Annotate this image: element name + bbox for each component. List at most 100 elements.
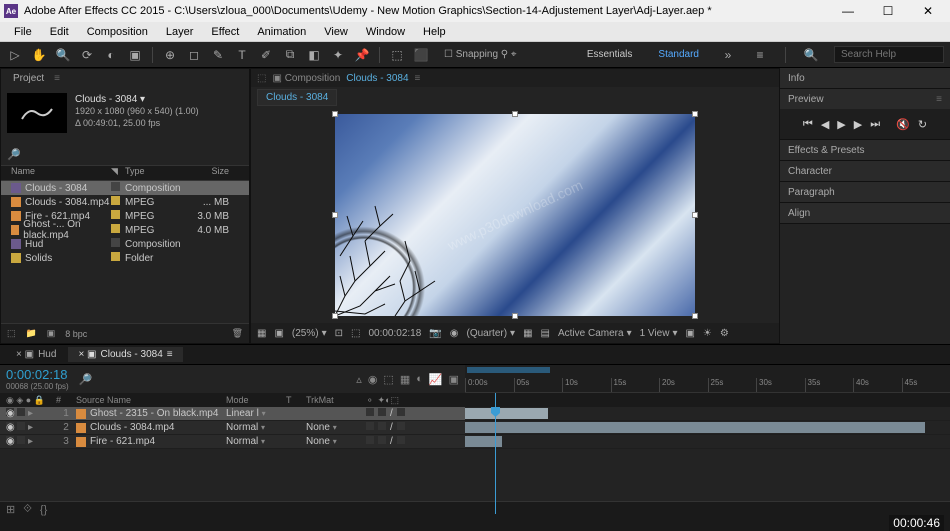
play-icon[interactable]: ▶ bbox=[837, 118, 845, 131]
label-tag[interactable] bbox=[111, 196, 120, 205]
new-folder-icon[interactable]: 📁 bbox=[26, 328, 37, 339]
viewer-comp-name[interactable]: Clouds - 3084 bbox=[346, 73, 408, 84]
always-preview-icon[interactable]: ▦ bbox=[257, 328, 266, 339]
quality-dropdown[interactable]: (Quarter) ▾ bbox=[466, 328, 515, 339]
rotate-tool-icon[interactable]: ◐ bbox=[102, 46, 120, 64]
align-panel-header[interactable]: Align bbox=[780, 203, 950, 223]
prev-frame-icon[interactable]: ◀ bbox=[821, 118, 829, 131]
col-trkmat[interactable]: TrkMat bbox=[306, 395, 356, 405]
col-source-name[interactable]: Source Name bbox=[76, 395, 226, 405]
camera-dropdown[interactable]: Active Camera ▾ bbox=[558, 328, 632, 339]
toggle-modes-icon[interactable]: ⟐ bbox=[23, 503, 32, 516]
blend-mode-dropdown[interactable]: Normal ▾ bbox=[226, 436, 265, 447]
preview-panel-header[interactable]: Preview≡ bbox=[780, 89, 950, 109]
current-timecode[interactable]: 0:00:02:18 bbox=[6, 367, 69, 382]
col-name[interactable]: Name bbox=[1, 166, 111, 180]
adjust-icon[interactable]: ⚙ bbox=[720, 328, 729, 339]
workspace-menu-icon[interactable]: ≡ bbox=[751, 46, 769, 64]
brush-tool-icon[interactable]: ✐ bbox=[257, 46, 275, 64]
view-dropdown[interactable]: 1 View ▾ bbox=[640, 328, 678, 339]
roi-icon[interactable]: ⬚ bbox=[351, 328, 360, 339]
menu-effect[interactable]: Effect bbox=[203, 24, 247, 40]
motion-blur-icon[interactable]: ◐ bbox=[416, 373, 423, 386]
layer-clip[interactable] bbox=[465, 422, 925, 433]
graph-editor-icon[interactable]: 📈 bbox=[429, 373, 443, 386]
zoom-dropdown[interactable]: (25%) ▾ bbox=[292, 328, 327, 339]
character-panel-header[interactable]: Character bbox=[780, 161, 950, 181]
paragraph-panel-header[interactable]: Paragraph bbox=[780, 182, 950, 202]
workspace-standard[interactable]: Standard bbox=[652, 47, 705, 62]
workspace-chevron-icon[interactable]: » bbox=[719, 46, 737, 64]
layer-clip[interactable] bbox=[465, 436, 502, 447]
parent-icon[interactable]: ⚬ bbox=[366, 395, 374, 406]
timeline-tab-hud[interactable]: × ▣ Hud bbox=[6, 347, 66, 362]
menu-animation[interactable]: Animation bbox=[249, 24, 314, 40]
roto-tool-icon[interactable]: ✦ bbox=[329, 46, 347, 64]
zoom-tool-icon[interactable]: 🔍 bbox=[54, 46, 72, 64]
viewer-canvas[interactable]: www.p30download.com bbox=[251, 107, 779, 323]
resolution-icon[interactable]: ⊡ bbox=[335, 328, 343, 339]
audio-toggle-icon[interactable] bbox=[17, 408, 25, 416]
label-tag[interactable] bbox=[111, 224, 120, 233]
transform-handle[interactable] bbox=[512, 313, 518, 319]
timeline-search-icon[interactable]: 🔎 bbox=[79, 373, 93, 386]
mute-icon[interactable]: 🔇 bbox=[896, 118, 910, 131]
frame-blend-icon[interactable]: ▦ bbox=[400, 373, 410, 386]
transform-handle[interactable] bbox=[332, 212, 338, 218]
menu-edit[interactable]: Edit bbox=[42, 24, 77, 40]
menu-view[interactable]: View bbox=[316, 24, 356, 40]
anchor-tool-icon[interactable]: ⊕ bbox=[161, 46, 179, 64]
current-time-indicator[interactable] bbox=[495, 393, 496, 514]
col-mode[interactable]: Mode bbox=[226, 395, 286, 405]
first-frame-icon[interactable]: ⏮ bbox=[803, 118, 813, 131]
layer-row[interactable]: ◉▸ 1 Ghost - 2315 - On black.mp4 Linear … bbox=[0, 407, 465, 421]
fast-preview-icon[interactable]: ▦ bbox=[523, 328, 532, 339]
minimize-button[interactable]: — bbox=[834, 2, 862, 20]
trkmat-dropdown[interactable]: None ▾ bbox=[306, 436, 337, 447]
layer-track[interactable] bbox=[465, 435, 950, 449]
video-toggle-icon[interactable]: ◉ bbox=[6, 422, 14, 430]
draft3d-icon[interactable]: ◉ bbox=[368, 373, 378, 386]
comp-mini-icon[interactable]: ▵ bbox=[356, 373, 362, 386]
menu-composition[interactable]: Composition bbox=[79, 24, 156, 40]
text-tool-icon[interactable]: T bbox=[233, 46, 251, 64]
close-button[interactable]: ✕ bbox=[914, 2, 942, 20]
exposure-icon[interactable]: ☀ bbox=[703, 328, 712, 339]
transform-handle[interactable] bbox=[692, 313, 698, 319]
transform-handle[interactable] bbox=[512, 111, 518, 117]
transform-handle[interactable] bbox=[692, 212, 698, 218]
menu-layer[interactable]: Layer bbox=[158, 24, 202, 40]
blend-mode-dropdown[interactable]: Linear l ▾ bbox=[226, 408, 266, 419]
label-tag[interactable] bbox=[111, 238, 120, 247]
clone-tool-icon[interactable]: ⧉ bbox=[281, 46, 299, 64]
audio-toggle-icon[interactable] bbox=[17, 422, 25, 430]
workspace-essentials[interactable]: Essentials bbox=[581, 47, 639, 62]
toggle-in-out-icon[interactable]: {} bbox=[40, 504, 47, 516]
bpc-label[interactable]: 8 bpc bbox=[65, 329, 87, 339]
info-panel-header[interactable]: Info bbox=[780, 68, 950, 88]
timeline-icon[interactable]: ▤ bbox=[541, 328, 550, 339]
transform-handle[interactable] bbox=[332, 111, 338, 117]
time-ruler[interactable]: 0:00s05s10s15s20s25s30s35s40s45s bbox=[465, 365, 950, 393]
layer-row[interactable]: ◉▸ 2 Clouds - 3084.mp4 Normal ▾ None ▾ / bbox=[0, 421, 465, 435]
menu-window[interactable]: Window bbox=[358, 24, 413, 40]
hide-shy-icon[interactable]: ⬚ bbox=[383, 373, 393, 386]
project-tab[interactable]: Project bbox=[7, 71, 50, 86]
next-frame-icon[interactable]: ▶ bbox=[854, 118, 862, 131]
effects-panel-header[interactable]: Effects & Presets bbox=[780, 140, 950, 160]
viewer-lock-icon[interactable]: ⬚ bbox=[257, 73, 266, 84]
project-item-row[interactable]: Hud Composition bbox=[1, 237, 249, 251]
maximize-button[interactable]: ☐ bbox=[874, 2, 902, 20]
orbit-tool-icon[interactable]: ⟳ bbox=[78, 46, 96, 64]
audio-toggle-icon[interactable] bbox=[17, 436, 25, 444]
col-size[interactable]: Size bbox=[185, 166, 235, 180]
viewer-flow-tab[interactable]: Clouds - 3084 bbox=[257, 89, 337, 106]
toggle-switches-icon[interactable]: ⊞ bbox=[6, 503, 15, 516]
loop-icon[interactable]: ↻ bbox=[918, 118, 927, 131]
new-comp-icon[interactable]: ▣ bbox=[47, 328, 56, 339]
layer-clip[interactable] bbox=[465, 408, 548, 419]
project-item-row[interactable]: Ghost -... On black.mp4 MPEG 4.0 MB bbox=[1, 223, 249, 237]
timeline-tab-clouds[interactable]: × ▣ Clouds - 3084 ≡ bbox=[68, 347, 182, 362]
channel-icon[interactable]: ◉ bbox=[450, 328, 459, 339]
trash-icon[interactable]: 🗑 bbox=[232, 328, 243, 339]
